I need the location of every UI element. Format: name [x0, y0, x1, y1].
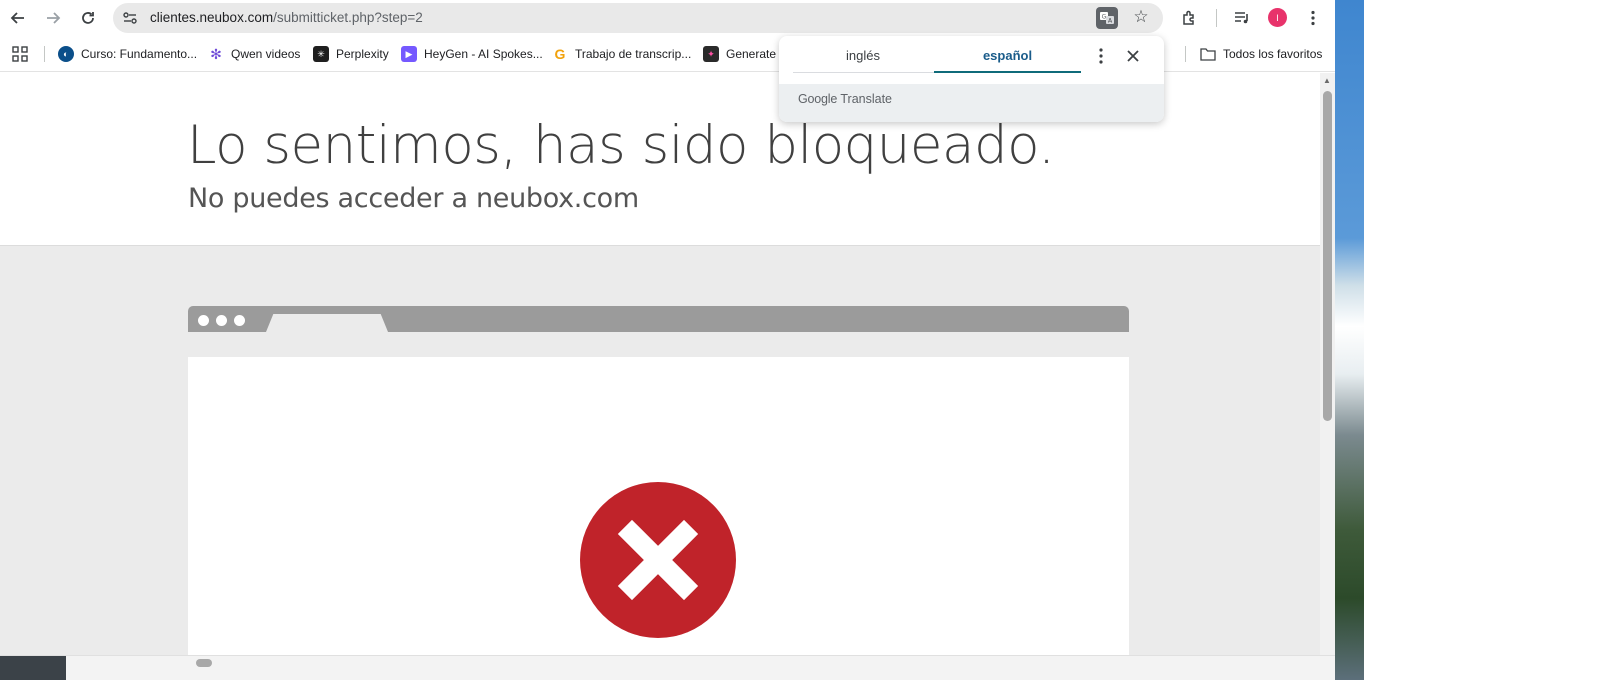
apps-grid-icon — [12, 46, 28, 62]
arrow-left-icon — [10, 12, 24, 24]
window-dot-icon — [198, 315, 209, 326]
brand-google: Google — [798, 92, 838, 106]
reload-button[interactable] — [76, 6, 100, 30]
folder-icon — [1200, 46, 1216, 62]
media-control-button[interactable] — [1230, 6, 1254, 30]
apps-button[interactable] — [12, 44, 28, 64]
desktop-wallpaper — [1335, 0, 1364, 680]
bookmark-all-favorites[interactable]: Todos los favoritos — [1200, 44, 1322, 64]
window-dot-icon — [234, 315, 245, 326]
perplexity-icon: ✳ — [313, 46, 329, 62]
illustration-window-bar — [188, 306, 1129, 332]
close-icon — [1127, 50, 1139, 62]
page-content: Lo sentimos, has sido bloqueado. No pued… — [0, 73, 1320, 680]
bookmark-heygen[interactable]: ▶ HeyGen - AI Spokes... — [401, 44, 543, 64]
bookmark-trabajo[interactable]: G Trabajo de transcrip... — [552, 44, 692, 64]
bookmark-generate[interactable]: ✦ Generate V — [703, 44, 787, 64]
more-vertical-icon — [1099, 48, 1103, 64]
page-title: Lo sentimos, has sido bloqueado. — [187, 115, 1055, 176]
url-host: clientes.neubox.com — [150, 10, 274, 25]
bookmark-perplexity[interactable]: ✳ Perplexity — [313, 44, 389, 64]
url-path: /submitticket.php?step=2 — [273, 10, 423, 25]
bookmark-star-icon[interactable]: ☆ — [1130, 6, 1152, 28]
bookmark-label: Qwen videos — [231, 47, 301, 61]
puzzle-icon — [1183, 10, 1194, 25]
url-text[interactable]: clientes.neubox.com/submitticket.php?ste… — [150, 10, 423, 25]
horizontal-scrollbar[interactable] — [0, 655, 1335, 680]
google-translate-brand: Google Translate — [798, 92, 892, 106]
profile-avatar[interactable]: I — [1268, 8, 1287, 27]
browser-menu-button[interactable] — [1301, 6, 1325, 30]
scroll-up-icon[interactable]: ▲ — [1323, 76, 1331, 85]
back-button[interactable] — [6, 6, 30, 30]
playlist-icon — [1235, 12, 1248, 24]
generate-icon: ✦ — [703, 46, 719, 62]
address-bar[interactable]: clientes.neubox.com/submitticket.php?ste… — [113, 3, 1163, 33]
bookmark-qwen[interactable]: ✻ Qwen videos — [208, 44, 300, 64]
illustration-window-body — [188, 357, 1129, 680]
qwen-icon: ✻ — [210, 45, 222, 62]
site-info-icon[interactable] — [121, 9, 139, 27]
heygen-icon: ▶ — [401, 46, 417, 62]
page-subtitle: No puedes acceder a neubox.com — [188, 183, 639, 214]
taskbar-fragment — [0, 656, 66, 680]
extensions-button[interactable] — [1178, 6, 1202, 30]
bookmark-label: Curso: Fundamento... — [81, 47, 198, 61]
bookmark-curso[interactable]: ◐ Curso: Fundamento... — [58, 44, 197, 64]
forward-button[interactable] — [41, 6, 65, 30]
bookmarks-divider — [1185, 46, 1186, 62]
brand-translate: Translate — [840, 92, 893, 106]
translate-close-button[interactable] — [1123, 46, 1143, 70]
window-dot-icon — [216, 315, 227, 326]
browser-toolbar: clientes.neubox.com/submitticket.php?ste… — [0, 0, 1335, 36]
browser-window: clientes.neubox.com/submitticket.php?ste… — [0, 0, 1335, 680]
translate-source-tab[interactable]: inglés — [793, 48, 933, 72]
desktop-blank-area — [1364, 0, 1600, 680]
translate-target-tab[interactable]: español — [934, 48, 1081, 72]
bookmark-label: Perplexity — [336, 47, 389, 61]
toolbar-divider — [1216, 9, 1217, 27]
trabajo-icon: G — [554, 46, 566, 62]
horizontal-scrollbar-thumb[interactable] — [196, 659, 212, 667]
vertical-scrollbar[interactable]: ▲ — [1320, 73, 1335, 655]
bookmark-label: HeyGen - AI Spokes... — [424, 47, 543, 61]
arrow-right-icon — [47, 12, 61, 24]
translate-page-icon[interactable]: GA — [1096, 7, 1118, 29]
bookmarks-divider — [44, 46, 45, 62]
scrollbar-thumb[interactable] — [1323, 91, 1332, 421]
translate-popup: inglés español Google Translate — [779, 36, 1164, 122]
svg-text:G: G — [1102, 14, 1107, 21]
translate-options-button[interactable] — [1091, 46, 1111, 70]
bookmark-label: Trabajo de transcrip... — [575, 47, 692, 61]
more-vertical-icon — [1311, 10, 1315, 26]
active-tab-indicator — [934, 71, 1081, 73]
bookmark-label: Todos los favoritos — [1223, 47, 1323, 61]
browser-illustration — [188, 306, 1129, 680]
error-x-icon — [580, 482, 736, 638]
globe-icon: ◐ — [58, 46, 74, 62]
reload-icon — [82, 12, 94, 24]
illustration-tab — [266, 314, 388, 332]
